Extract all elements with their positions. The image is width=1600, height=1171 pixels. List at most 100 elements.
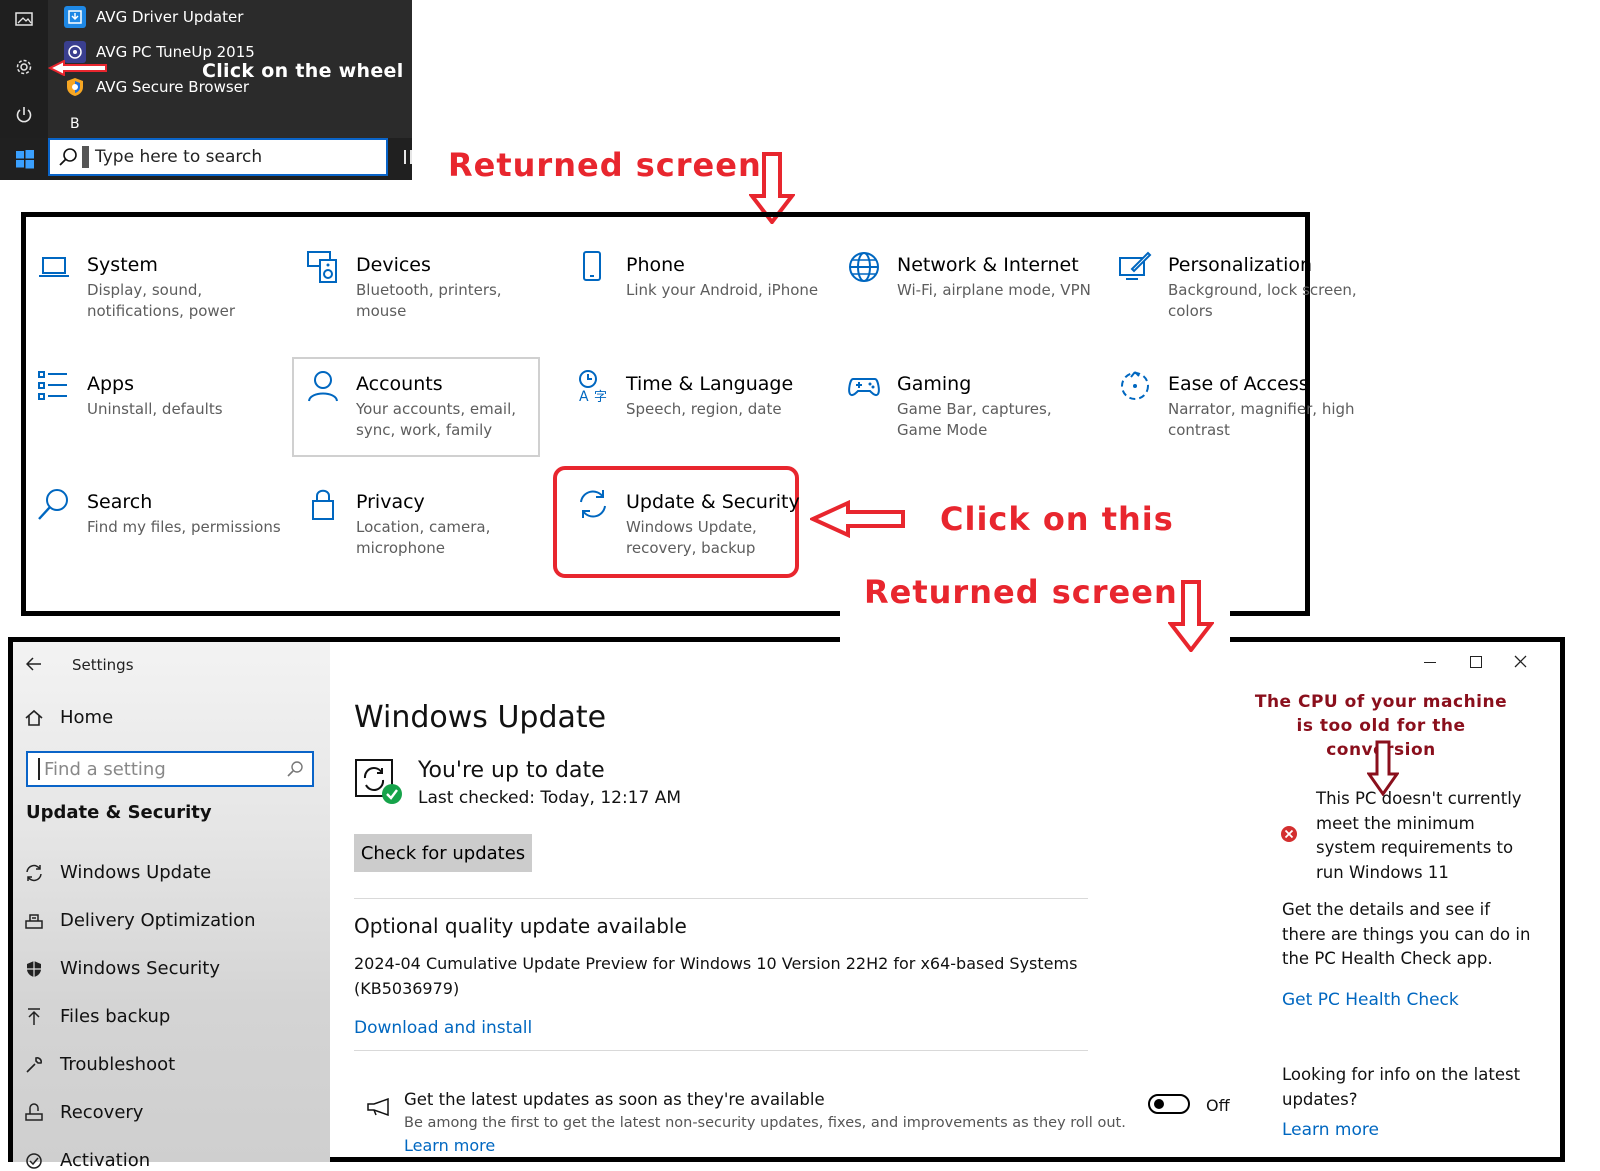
power-icon[interactable] [13, 104, 35, 126]
wheel-annotation: Click on the wheel [202, 60, 404, 82]
tile-search[interactable]: Search Find my files, permissions [37, 487, 281, 579]
find-placeholder: Find a setting [44, 758, 166, 780]
down-arrow-icon-2 [1168, 580, 1214, 652]
tile-devices[interactable]: Devices Bluetooth, printers, mouse [306, 250, 546, 342]
error-icon [1281, 826, 1297, 842]
latest-updates-toggle[interactable] [1148, 1094, 1190, 1114]
task-view-icon[interactable] [404, 150, 412, 164]
back-arrow-icon[interactable] [26, 657, 42, 671]
section-letter[interactable]: B [70, 116, 80, 132]
nav-label: Recovery [60, 1102, 144, 1123]
laptop-icon [39, 257, 69, 277]
side-learn-more-link[interactable]: Learn more [1282, 1120, 1379, 1140]
tile-gaming[interactable]: Gaming Game Bar, captures, Game Mode [847, 369, 1087, 461]
tile-title: Accounts [356, 373, 443, 395]
minimize-icon[interactable] [1424, 662, 1436, 663]
person-icon [308, 371, 338, 402]
sidebar-home[interactable]: Home [24, 707, 113, 728]
tile-apps[interactable]: Apps Uninstall, defaults [37, 369, 277, 461]
returned-screen-label: Returned screen [448, 146, 762, 184]
tile-subtitle: Uninstall, defaults [87, 400, 223, 418]
nav-label: Troubleshoot [60, 1054, 176, 1075]
sidebar-section-title: Update & Security [26, 802, 212, 823]
sync-icon [26, 864, 42, 881]
taskbar-search-input[interactable]: Type here to search [48, 138, 388, 176]
check-for-updates-button[interactable]: Check for updates [354, 834, 532, 872]
text-caret [38, 758, 40, 780]
lock-icon [312, 489, 334, 520]
time-language-icon: A字 [579, 370, 607, 403]
tile-personalization[interactable]: Personalization Background, lock screen,… [1118, 250, 1358, 342]
text-caret [82, 146, 89, 168]
tile-time-language[interactable]: A字 Time & Language Speech, region, date [576, 369, 816, 461]
tile-subtitle: Find my files, permissions [87, 518, 281, 536]
tile-phone[interactable]: Phone Link your Android, iPhone [576, 250, 818, 342]
tile-title: Time & Language [626, 373, 794, 395]
tile-privacy[interactable]: Privacy Location, camera, microphone [306, 487, 546, 579]
health-check-details: Get the details and see if there are thi… [1282, 900, 1531, 968]
last-checked: Last checked: Today, 12:17 AM [418, 788, 682, 808]
learn-more-link[interactable]: Learn more [404, 1136, 495, 1155]
tile-title: System [87, 254, 158, 276]
download-install-link[interactable]: Download and install [354, 1018, 532, 1038]
win11-requirements-message: This PC doesn't currently meet the minim… [1316, 789, 1522, 882]
tile-title: Personalization [1168, 254, 1313, 276]
tile-subtitle: Link your Android, iPhone [626, 281, 819, 299]
tile-subtitle: Your accounts, email, sync, work, family [356, 400, 517, 439]
optional-update-title: Optional quality update available [354, 914, 687, 938]
sidebar-item-troubleshoot[interactable]: Troubleshoot [24, 1054, 175, 1075]
tile-subtitle: Narrator, magnifier, high contrast [1168, 400, 1355, 439]
tile-title: Search [87, 491, 153, 513]
sidebar-item-recovery[interactable]: Recovery [24, 1102, 143, 1123]
app-label: AVG PC TuneUp 2015 [96, 43, 255, 61]
find-setting-input[interactable]: Find a setting [26, 751, 314, 787]
gear-icon[interactable] [13, 56, 35, 78]
ease-of-access-icon [1121, 371, 1149, 400]
app-list-icon [38, 371, 67, 400]
delivery-icon [25, 913, 43, 929]
sidebar-item-windows-update[interactable]: Windows Update [24, 862, 211, 883]
optional-update-description: 2024-04 Cumulative Update Preview for Wi… [354, 954, 1078, 998]
get-pc-health-check-link[interactable]: Get PC Health Check [1282, 990, 1459, 1010]
tile-title: Privacy [356, 491, 425, 513]
paint-monitor-icon [1119, 251, 1152, 280]
window-title: Settings [72, 656, 134, 674]
recovery-icon [25, 1102, 43, 1121]
search-icon [38, 489, 68, 520]
tile-update-security[interactable]: Update & Security Windows Update, recove… [576, 487, 816, 579]
tile-title: Network & Internet [897, 254, 1079, 276]
latest-updates-description: Be among the first to get the latest non… [404, 1115, 1126, 1131]
close-icon[interactable] [1514, 655, 1527, 668]
sidebar-item-windows-security[interactable]: Windows Security [24, 958, 220, 979]
tile-title: Ease of Access [1168, 373, 1309, 395]
nav-label: Windows Security [60, 958, 220, 979]
restore-icon[interactable] [1470, 656, 1482, 668]
sidebar-item-delivery-optimization[interactable]: Delivery Optimization [24, 910, 256, 931]
tile-subtitle: Game Bar, captures, Game Mode [897, 400, 1052, 439]
search-placeholder: Type here to search [95, 147, 263, 167]
svg-text:A: A [579, 389, 589, 403]
sidebar-item-files-backup[interactable]: Files backup [24, 1006, 170, 1027]
status-title: You're up to date [418, 758, 605, 783]
phone-icon [583, 251, 601, 281]
tile-system[interactable]: System Display, sound, notifications, po… [37, 250, 277, 342]
tile-subtitle: Location, camera, microphone [356, 518, 491, 557]
sidebar-item-activation[interactable]: Activation [24, 1150, 150, 1171]
tile-network[interactable]: Network & Internet Wi-Fi, airplane mode,… [847, 250, 1091, 342]
tile-accounts[interactable]: Accounts Your accounts, email, sync, wor… [306, 369, 546, 461]
left-arrow-icon [810, 500, 905, 538]
windows-start-icon[interactable] [14, 148, 36, 170]
backup-arrow-icon [28, 1007, 40, 1025]
tile-ease-of-access[interactable]: Ease of Access Narrator, magnifier, high… [1118, 369, 1358, 461]
app-avg-driver-updater[interactable]: AVG Driver Updater [64, 2, 243, 32]
search-icon [287, 761, 303, 777]
nav-label: Activation [60, 1150, 151, 1171]
pictures-icon[interactable] [13, 8, 35, 30]
tile-subtitle: Windows Update, recovery, backup [626, 518, 757, 557]
megaphone-icon [367, 1098, 389, 1116]
nav-label: Windows Update [60, 862, 212, 883]
app-label: AVG Driver Updater [96, 8, 244, 26]
tile-subtitle: Background, lock screen, colors [1168, 281, 1357, 320]
divider [354, 1050, 1088, 1051]
tile-subtitle: Speech, region, date [626, 400, 782, 418]
